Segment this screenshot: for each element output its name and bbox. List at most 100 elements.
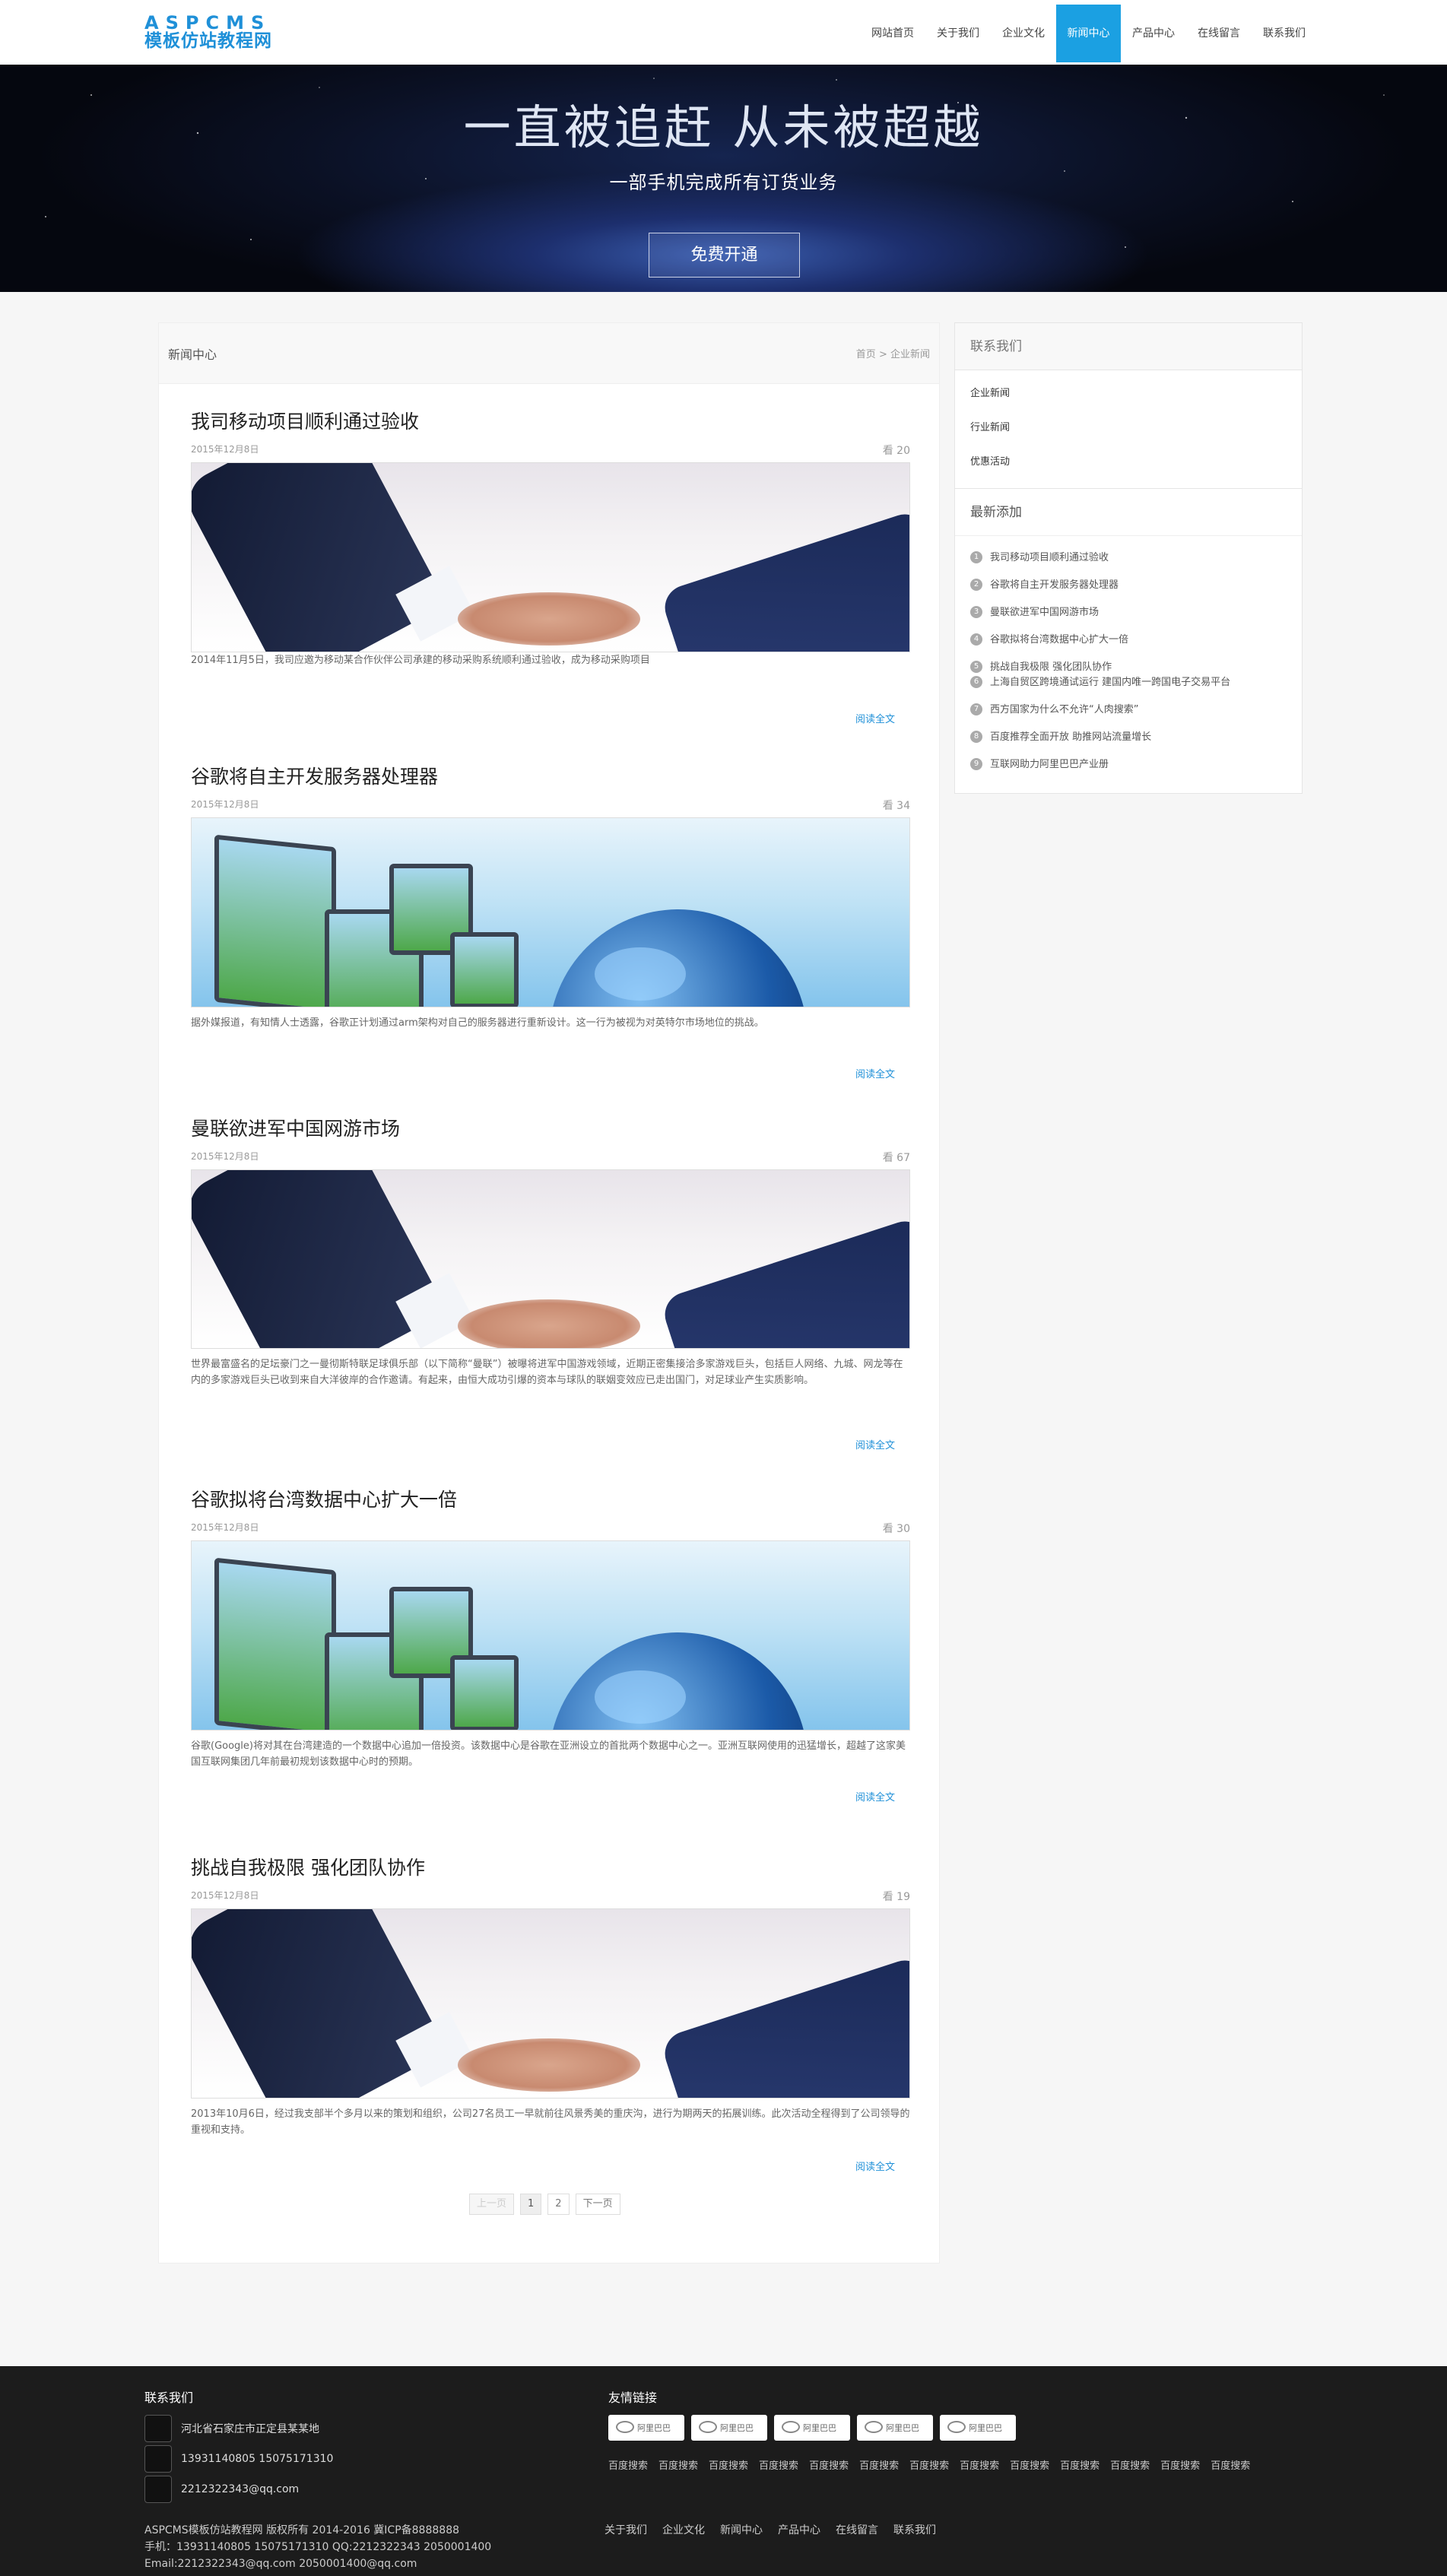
breadcrumb-home[interactable]: 首页 — [856, 349, 876, 360]
friend-link[interactable]: 百度搜索 — [859, 2457, 899, 2472]
recent-item[interactable]: 4 谷歌拟将台湾数据中心扩大一倍 — [970, 633, 1287, 661]
pagination: 上一页 1 2 下一页 — [469, 2194, 620, 2215]
recent-item-label: 谷歌拟将台湾数据中心扩大一倍 — [990, 634, 1129, 646]
recent-item[interactable]: 9 互联网助力阿里巴巴产业册 — [970, 758, 1287, 785]
article-meta: 2015年12月8日 看 19 — [191, 1889, 910, 1903]
article-title[interactable]: 谷歌将自主开发服务器处理器 — [191, 766, 438, 788]
recent-item-label: 我司移动项目顺利通过验收 — [990, 552, 1109, 563]
read-more-link[interactable]: 阅读全文 — [855, 711, 895, 725]
article-title[interactable]: 谷歌拟将台湾数据中心扩大一倍 — [191, 1489, 457, 1511]
partner-logo-alibaba[interactable]: 阿里巴巴 — [774, 2415, 850, 2441]
rank-badge: 6 — [970, 676, 982, 688]
nav-message[interactable]: 在线留言 — [1186, 5, 1252, 62]
nav-products[interactable]: 产品中心 — [1121, 5, 1186, 62]
nav-news[interactable]: 新闻中心 — [1056, 5, 1121, 62]
breadcrumb-current[interactable]: 企业新闻 — [890, 349, 930, 360]
recent-item[interactable]: 1 我司移动项目顺利通过验收 — [970, 551, 1287, 579]
sidebar-item-promotions[interactable]: 优惠活动 — [970, 451, 1287, 485]
recent-item-label: 挑战自我极限 强化团队协作 — [990, 661, 1112, 673]
friend-link[interactable]: 百度搜索 — [960, 2457, 999, 2472]
article-date: 2015年12月8日 — [191, 1890, 259, 1901]
article-views: 看 30 — [882, 1523, 910, 1535]
article-meta: 2015年12月8日 看 20 — [191, 443, 910, 457]
footer-nav-contact[interactable]: 联系我们 — [893, 2522, 936, 2537]
sidebar-item-company-news[interactable]: 企业新闻 — [970, 382, 1287, 417]
article-image-handshake[interactable] — [191, 1908, 910, 2099]
friend-link[interactable]: 百度搜索 — [709, 2457, 748, 2472]
article-item: 我司移动项目顺利通过验收 2015年12月8日 看 20 2014年11月5日，… — [191, 411, 910, 725]
footer-nav-news[interactable]: 新闻中心 — [720, 2522, 763, 2537]
recent-item-label: 上海自贸区跨境通试运行 建国内唯一跨国电子交易平台 — [990, 677, 1231, 688]
read-more-link[interactable]: 阅读全文 — [855, 2159, 895, 2173]
page-2-button[interactable]: 2 — [547, 2194, 570, 2215]
recent-item-label: 百度推荐全面开放 助推网站流量增长 — [990, 731, 1152, 743]
recent-item[interactable]: 6 上海自贸区跨境通试运行 建国内唯一跨国电子交易平台 — [970, 676, 1287, 703]
read-more-link[interactable]: 阅读全文 — [855, 1066, 895, 1080]
copyright-text: ASPCMS模板仿站教程网 版权所有 2014-2016 冀ICP备888888… — [144, 2524, 460, 2536]
friend-link[interactable]: 百度搜索 — [909, 2457, 949, 2472]
friend-link[interactable]: 百度搜索 — [1010, 2457, 1049, 2472]
location-icon — [144, 2415, 172, 2442]
article-image-monitors[interactable] — [191, 817, 910, 1007]
recent-item-label: 互联网助力阿里巴巴产业册 — [990, 759, 1109, 770]
footer-nav-about[interactable]: 关于我们 — [605, 2522, 647, 2537]
article-item: 谷歌拟将台湾数据中心扩大一倍 2015年12月8日 看 30 谷歌(Google… — [191, 1489, 910, 1804]
article-summary: 谷歌(Google)将对其在台湾建造的一个数据中心追加一倍投资。该数据中心是谷歌… — [191, 1740, 906, 1768]
hero-banner: 一直被追赶 从未被超越 一部手机完成所有订货业务 免费开通 — [0, 65, 1447, 292]
partner-logo-alibaba[interactable]: 阿里巴巴 — [691, 2415, 767, 2441]
footer-nav-products[interactable]: 产品中心 — [778, 2522, 820, 2537]
read-more-link[interactable]: 阅读全文 — [855, 1789, 895, 1804]
recent-item[interactable]: 7 西方国家为什么不允许“人肉搜索” — [970, 703, 1287, 731]
recent-item[interactable]: 3 曼联欲进军中国网游市场 — [970, 606, 1287, 633]
article-title[interactable]: 曼联欲进军中国网游市场 — [191, 1118, 400, 1140]
partner-logo-alibaba[interactable]: 阿里巴巴 — [940, 2415, 1016, 2441]
recent-box: 最新添加 1 我司移动项目顺利通过验收 2 谷歌将自主开发服务器处理器 3 曼联欲进军… — [954, 489, 1303, 794]
next-page-button[interactable]: 下一页 — [575, 2194, 620, 2215]
article-title[interactable]: 挑战自我极限 强化团队协作 — [191, 1857, 425, 1879]
article-image-handshake[interactable] — [191, 462, 910, 652]
category-list: 企业新闻 行业新闻 优惠活动 — [955, 370, 1302, 488]
friend-link[interactable]: 百度搜索 — [1211, 2457, 1250, 2472]
nav-about[interactable]: 关于我们 — [925, 5, 991, 62]
logo-text-bottom: 模板仿站教程网 — [144, 31, 272, 51]
main-area: 新闻中心 首页 > 企业新闻 我司移动项目顺利通过验收 2015年12月8日 看… — [0, 292, 1447, 2368]
friend-link[interactable]: 百度搜索 — [1060, 2457, 1100, 2472]
article-meta: 2015年12月8日 看 67 — [191, 1150, 910, 1164]
friend-link[interactable]: 百度搜索 — [1160, 2457, 1200, 2472]
main-nav: 网站首页 关于我们 企业文化 新闻中心 产品中心 在线留言 联系我们 — [860, 5, 1317, 62]
sidebar-item-industry-news[interactable]: 行业新闻 — [970, 417, 1287, 451]
nav-home[interactable]: 网站首页 — [860, 5, 925, 62]
footer-nav: 关于我们 企业文化 新闻中心 产品中心 在线留言 联系我们 — [605, 2522, 936, 2537]
article-image-monitors[interactable] — [191, 1540, 910, 1731]
partner-logo-alibaba[interactable]: 阿里巴巴 — [608, 2415, 684, 2441]
recent-item[interactable]: 5 挑战自我极限 强化团队协作 — [970, 661, 1287, 676]
article-summary: 据外媒报道，有知情人士透露，谷歌正计划通过arm架构对自己的服务器进行重新设计。… — [191, 1017, 764, 1029]
recent-item[interactable]: 2 谷歌将自主开发服务器处理器 — [970, 579, 1287, 606]
article-date: 2015年12月8日 — [191, 1522, 259, 1533]
read-more-link[interactable]: 阅读全文 — [855, 1437, 895, 1451]
rank-badge: 9 — [970, 758, 982, 770]
nav-contact[interactable]: 联系我们 — [1252, 5, 1317, 62]
free-signup-button[interactable]: 免费开通 — [649, 233, 800, 278]
article-title[interactable]: 我司移动项目顺利通过验收 — [191, 411, 419, 433]
partner-logo-alibaba[interactable]: 阿里巴巴 — [857, 2415, 933, 2441]
friend-link[interactable]: 百度搜索 — [608, 2457, 648, 2472]
footer-nav-culture[interactable]: 企业文化 — [662, 2522, 705, 2537]
rank-badge: 3 — [970, 606, 982, 618]
friend-link[interactable]: 百度搜索 — [1110, 2457, 1150, 2472]
site-logo[interactable]: ASPCMS 模板仿站教程网 — [144, 14, 281, 51]
page-1-button[interactable]: 1 — [520, 2194, 542, 2215]
friend-text-links: 百度搜索 百度搜索 百度搜索 百度搜索 百度搜索 百度搜索 百度搜索 百度搜索 … — [608, 2457, 1250, 2472]
footer-nav-message[interactable]: 在线留言 — [836, 2522, 878, 2537]
nav-culture[interactable]: 企业文化 — [991, 5, 1056, 62]
article-item: 挑战自我极限 强化团队协作 2015年12月8日 看 19 2013年10月6日… — [191, 1857, 910, 2173]
recent-list: 1 我司移动项目顺利通过验收 2 谷歌将自主开发服务器处理器 3 曼联欲进军中国网游市… — [955, 536, 1302, 793]
article-image-handshake[interactable] — [191, 1169, 910, 1349]
prev-page-button[interactable]: 上一页 — [469, 2194, 515, 2215]
article-date: 2015年12月8日 — [191, 1151, 259, 1162]
friend-link[interactable]: 百度搜索 — [809, 2457, 849, 2472]
friend-link[interactable]: 百度搜索 — [759, 2457, 798, 2472]
recent-item[interactable]: 8 百度推荐全面开放 助推网站流量增长 — [970, 731, 1287, 758]
article-date: 2015年12月8日 — [191, 799, 259, 810]
friend-link[interactable]: 百度搜索 — [658, 2457, 698, 2472]
